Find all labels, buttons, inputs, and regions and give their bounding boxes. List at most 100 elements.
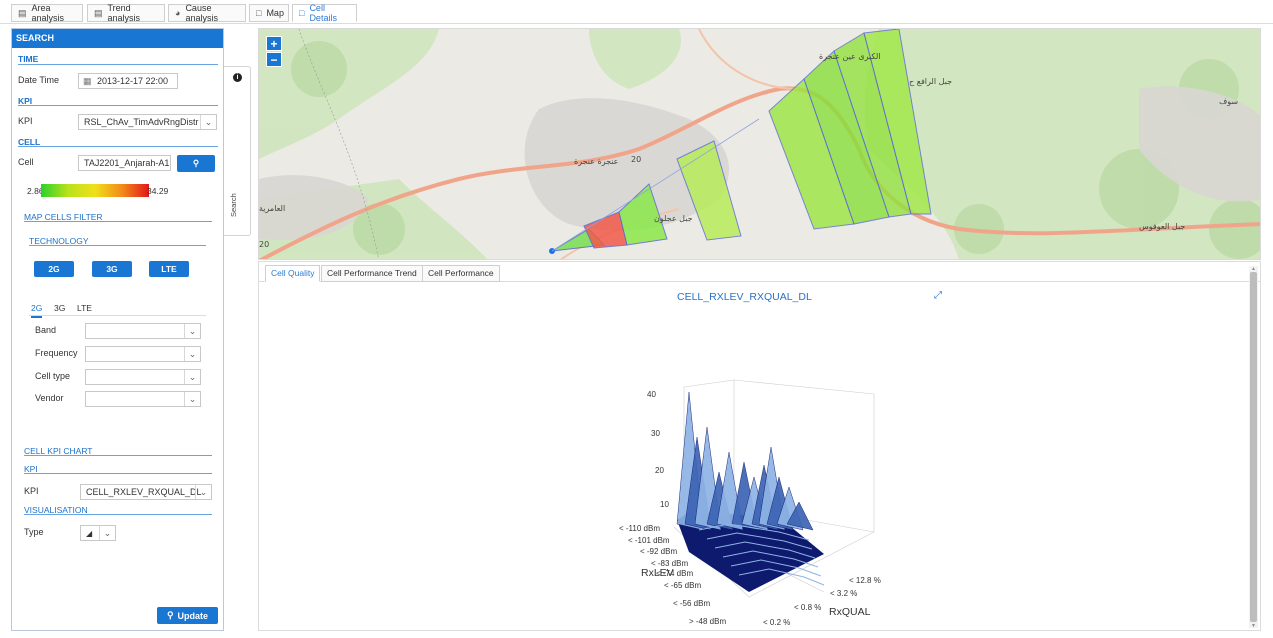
tech-2g-button[interactable]: 2G	[34, 261, 74, 277]
cell-input[interactable]: TAJ2201_Anjarah-A1	[78, 155, 171, 171]
date-label: Date Time	[18, 75, 60, 85]
cell-search-button[interactable]: ⚲	[177, 155, 215, 172]
place-label: جبل الرافع ح	[909, 77, 952, 86]
chevron-down-icon: ⌄	[200, 115, 216, 129]
tab-map[interactable]: □ Map	[249, 4, 289, 22]
place-label: العامرية	[259, 204, 285, 213]
kpi-label: KPI	[18, 116, 33, 126]
search-panel: SEARCH TIME Date Time ▦ 2013-12-17 22:00…	[11, 28, 224, 631]
tech-3g-button[interactable]: 3G	[92, 261, 132, 277]
bar-chart-icon: ▤	[94, 7, 103, 18]
band-select[interactable]: ⌄	[85, 323, 201, 339]
date-value: 2013-12-17 22:00	[97, 76, 169, 86]
terrain-layer	[259, 29, 1260, 259]
tab-area-analysis[interactable]: ▤ Area analysis	[11, 3, 83, 23]
x-axis-title: RxLEV	[641, 567, 674, 579]
x-tick: < -101 dBm	[628, 536, 670, 545]
y-tick: < 3.2 %	[830, 589, 858, 598]
divider	[18, 146, 218, 147]
tab-label: Cause analysis	[185, 3, 218, 23]
section-time: TIME	[18, 54, 39, 64]
x-tick: < -92 dBm	[640, 547, 678, 556]
scroll-up-icon: ▲	[1251, 266, 1256, 272]
chevron-down-icon: ⌄	[184, 324, 200, 338]
tab-label: Map	[266, 8, 284, 18]
place-label: سوف	[1219, 97, 1238, 106]
place-label: عنجرة عنجرة	[574, 157, 618, 166]
frequency-label: Frequency	[35, 348, 78, 358]
kpi2-select[interactable]: CELL_RXLEV_RXQUAL_DL ⌄	[80, 484, 212, 500]
y-tick: < 0.2 %	[763, 618, 791, 627]
place-label: جبل العوفوس	[1139, 222, 1185, 231]
kpi-select[interactable]: RSL_ChAv_TimAdvRngDistr ⌄	[78, 114, 217, 130]
z-tick: 10	[660, 500, 669, 509]
x-tick: < -110 dBm	[619, 524, 660, 533]
tab-trend-analysis[interactable]: ▤ Trend analysis	[87, 3, 165, 23]
type-select[interactable]: ◢ ⌄	[80, 525, 116, 541]
divider	[24, 221, 212, 222]
divider	[24, 455, 212, 456]
cell-chart-panel: Cell Quality Cell Performance Trend Cell…	[258, 261, 1261, 631]
cell-label: Cell	[18, 157, 34, 167]
chevron-down-icon: ⌄	[99, 526, 115, 540]
vertical-scrollbar[interactable]: ▲ ▼	[1249, 266, 1258, 629]
map-icon: □	[256, 8, 262, 18]
cell-type-select[interactable]: ⌄	[85, 369, 201, 385]
z-tick: 20	[655, 466, 664, 475]
x-tick: > -48 dBm	[689, 617, 727, 626]
x-tick: < -56 dBm	[673, 599, 711, 608]
divider	[24, 473, 212, 474]
kpi2-select-value: CELL_RXLEV_RXQUAL_DL	[86, 487, 202, 497]
tab-cause-analysis[interactable]: ◕ Cause analysis	[168, 3, 246, 23]
kpi-select-value: RSL_ChAv_TimAdvRngDistr	[84, 117, 199, 127]
zoom-out-button[interactable]: −	[266, 52, 282, 67]
calendar-icon: ▦	[83, 76, 92, 86]
frequency-select[interactable]: ⌄	[85, 346, 201, 362]
bar-chart-icon: ▤	[18, 7, 27, 18]
top-tab-bar: ▤ Area analysis ▤ Trend analysis ◕ Cause…	[0, 0, 1273, 24]
search-panel-toggle[interactable]: i Search	[224, 66, 251, 236]
update-button-label: Update	[177, 610, 209, 621]
map-icon: □	[299, 8, 305, 18]
zoom-in-button[interactable]: +	[266, 36, 282, 51]
vendor-select[interactable]: ⌄	[85, 391, 201, 407]
chevron-down-icon: ⌄	[184, 370, 200, 384]
chevron-down-icon: ⌄	[184, 347, 200, 361]
scale-max: 34.29	[147, 186, 169, 196]
tab-cell-details[interactable]: □ Cell Details	[292, 3, 357, 23]
place-label: الكبرى عين عنجرة	[819, 52, 881, 61]
map-view[interactable]: عنجرة عنجرة جبل عجلون العامرية سوف جبل ا…	[258, 28, 1261, 260]
info-icon: i	[233, 73, 242, 82]
x-tick: < -65 dBm	[664, 581, 702, 590]
chevron-down-icon: ⌄	[184, 392, 200, 406]
tab-label: Trend analysis	[107, 3, 141, 23]
road-number: 20	[259, 240, 269, 249]
tech-lte-button[interactable]: LTE	[149, 261, 189, 277]
y-tick: < 12.8 %	[849, 576, 881, 585]
date-input[interactable]: ▦ 2013-12-17 22:00	[78, 73, 178, 89]
tab-label: Cell Details	[309, 3, 337, 23]
subtab-lte[interactable]: LTE	[77, 303, 92, 313]
update-button[interactable]: ⚲ Update	[157, 607, 218, 624]
area-chart-icon: ◢	[86, 529, 93, 538]
divider	[29, 315, 206, 316]
divider	[24, 514, 212, 515]
z-tick: 40	[647, 390, 656, 399]
secondary-road	[698, 29, 800, 90]
type-label: Type	[24, 527, 44, 537]
scroll-down-icon: ▼	[1251, 623, 1256, 629]
y-axis-title: RxQUAL	[829, 606, 871, 618]
subtab-3g[interactable]: 3G	[54, 303, 65, 313]
z-tick: 30	[651, 429, 660, 438]
panel-title: SEARCH	[12, 29, 223, 48]
cell-type-label: Cell type	[35, 371, 71, 381]
search-icon: ⚲	[166, 610, 174, 620]
tab-label: Area analysis	[31, 3, 65, 23]
vendor-label: Vendor	[35, 393, 64, 403]
color-scale-bar	[41, 184, 149, 197]
surface-chart	[673, 379, 875, 598]
scrollbar-thumb[interactable]	[1250, 272, 1257, 622]
divider	[29, 245, 206, 246]
chevron-down-icon: ⌄	[195, 485, 211, 499]
map-canvas: عنجرة عنجرة جبل عجلون العامرية سوف جبل ا…	[259, 29, 1260, 259]
